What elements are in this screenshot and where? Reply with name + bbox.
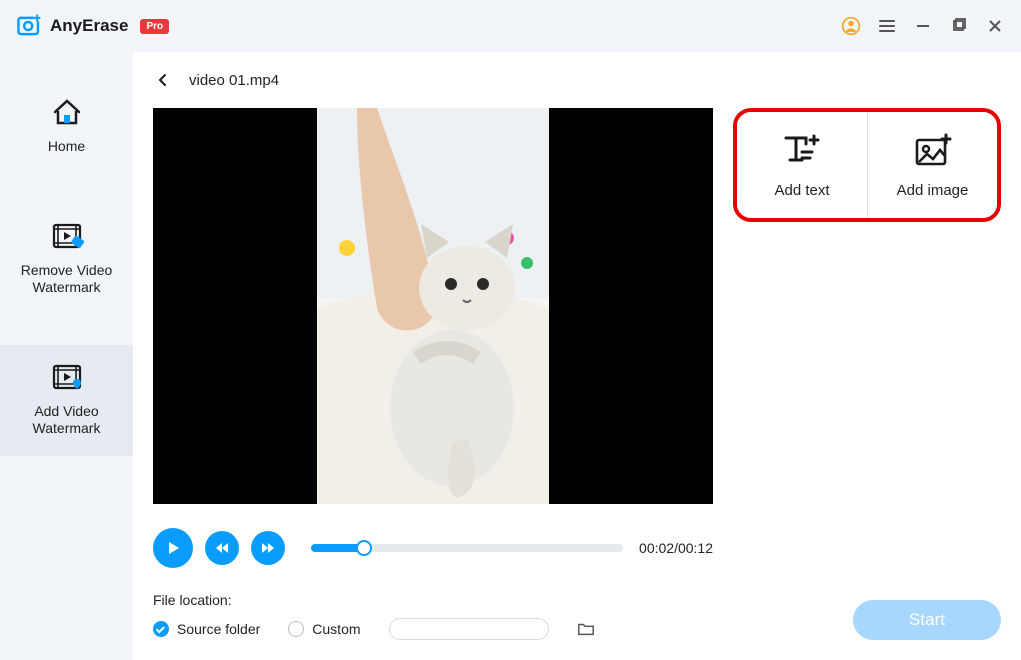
- close-icon[interactable]: [985, 16, 1005, 36]
- file-location-label: File location:: [153, 592, 595, 608]
- radio-unchecked-icon: [288, 621, 304, 637]
- watermark-options: Add text Add image: [733, 108, 1001, 222]
- radio-checked-icon: [153, 621, 169, 637]
- source-folder-radio[interactable]: Source folder: [153, 621, 260, 637]
- progress-thumb[interactable]: [356, 540, 372, 556]
- radio-label: Custom: [312, 621, 360, 637]
- sidebar-item-label: Remove Video Watermark: [8, 262, 125, 297]
- back-button[interactable]: [153, 70, 173, 90]
- time-label: 00:02/00:12: [639, 540, 713, 556]
- sidebar-item-home[interactable]: Home: [0, 80, 133, 174]
- video-column: 00:02/00:12: [153, 108, 713, 568]
- add-text-button[interactable]: Add text: [737, 112, 867, 218]
- custom-path-input[interactable]: [389, 618, 549, 640]
- pro-badge: Pro: [140, 19, 169, 34]
- start-button-label: Start: [909, 610, 945, 630]
- start-button[interactable]: Start: [853, 600, 1001, 640]
- video-preview[interactable]: [153, 108, 713, 504]
- file-location-row: Source folder Custom: [153, 618, 595, 640]
- option-box: Add text Add image: [733, 108, 1001, 222]
- minimize-icon[interactable]: [913, 16, 933, 36]
- user-icon[interactable]: [841, 16, 861, 36]
- sidebar: Home Remove Video Watermark Add Video Wa…: [0, 52, 133, 660]
- main: video 01.mp4: [133, 52, 1021, 660]
- sidebar-item-remove-watermark[interactable]: Remove Video Watermark: [0, 204, 133, 315]
- add-image-icon: [913, 132, 953, 168]
- rewind-button[interactable]: [205, 531, 239, 565]
- sidebar-item-add-watermark[interactable]: Add Video Watermark: [0, 345, 133, 456]
- remove-watermark-icon: [49, 218, 85, 254]
- footer: File location: Source folder Custom: [133, 592, 1021, 648]
- content-row: 00:02/00:12 Add text: [133, 108, 1021, 568]
- file-location-block: File location: Source folder Custom: [153, 592, 595, 640]
- sidebar-item-label: Home: [48, 138, 85, 156]
- add-text-icon: [782, 132, 822, 168]
- add-image-button[interactable]: Add image: [867, 112, 997, 218]
- file-name: video 01.mp4: [189, 72, 279, 89]
- add-watermark-icon: [49, 359, 85, 395]
- option-label: Add image: [897, 182, 969, 199]
- titlebar-right: [841, 16, 1005, 36]
- forward-button[interactable]: [251, 531, 285, 565]
- option-label: Add text: [774, 182, 829, 199]
- app-logo-icon: [16, 13, 42, 39]
- body: Home Remove Video Watermark Add Video Wa…: [0, 52, 1021, 660]
- titlebar: AnyErase Pro: [0, 0, 1021, 52]
- titlebar-left: AnyErase Pro: [16, 13, 169, 39]
- video-still-illustration: [317, 108, 549, 504]
- sidebar-item-label: Add Video Watermark: [8, 403, 125, 438]
- home-icon: [49, 94, 85, 130]
- breadcrumb: video 01.mp4: [133, 52, 1021, 108]
- maximize-icon[interactable]: [949, 16, 969, 36]
- radio-label: Source folder: [177, 621, 260, 637]
- app-name: AnyErase: [50, 16, 128, 36]
- browse-folder-icon[interactable]: [577, 620, 595, 638]
- progress-wrap: 00:02/00:12: [311, 540, 713, 556]
- play-button[interactable]: [153, 528, 193, 568]
- progress-track[interactable]: [311, 544, 623, 552]
- player-controls: 00:02/00:12: [153, 528, 713, 568]
- menu-icon[interactable]: [877, 16, 897, 36]
- custom-path-radio[interactable]: Custom: [288, 621, 360, 637]
